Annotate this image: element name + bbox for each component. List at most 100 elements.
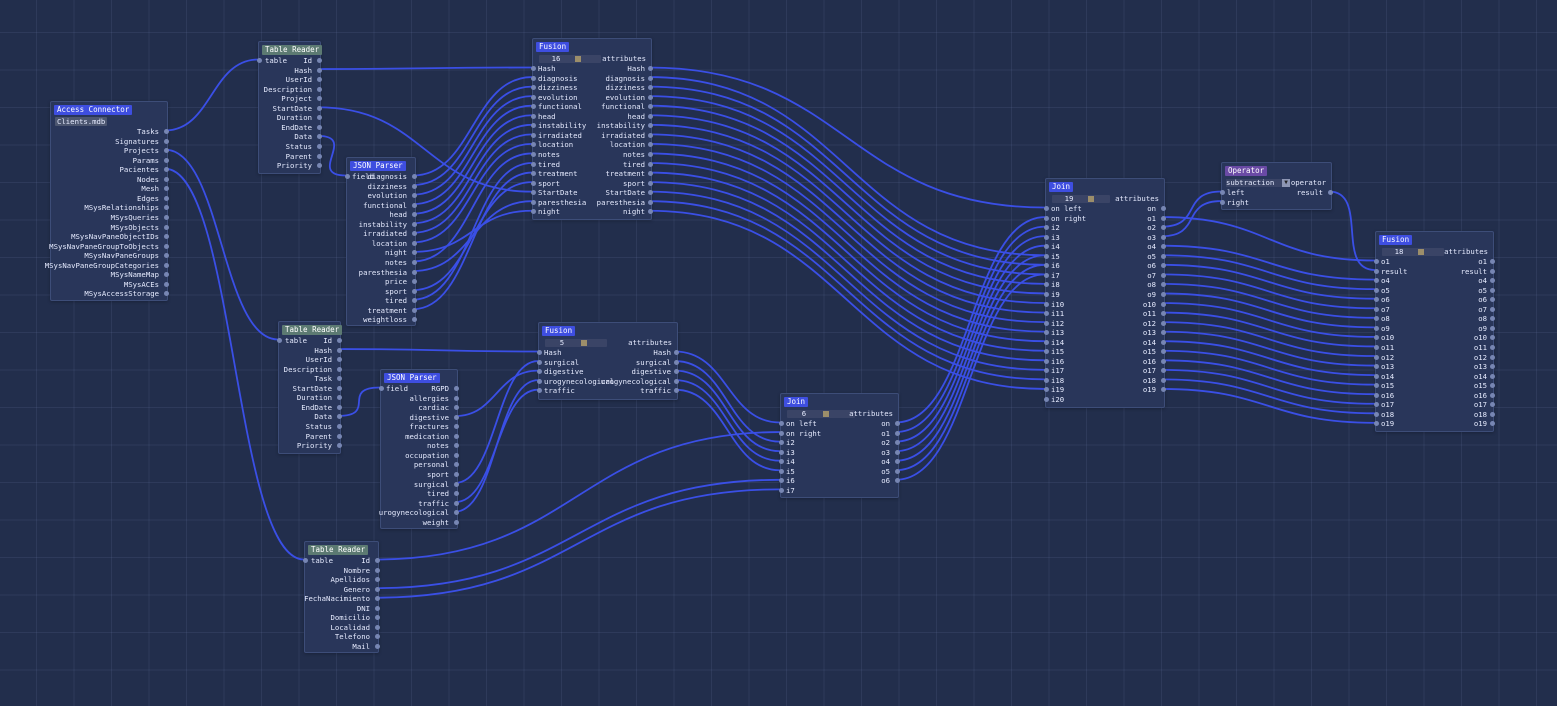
port-tr2.in[interactable]: [276, 338, 282, 343]
port-fusion1.i12[interactable]: [530, 180, 536, 186]
node-tr3[interactable]: Table Reader table Id Nombre Apellidos Genero…: [302, 541, 380, 653]
node-join2[interactable]: Join 6 attributes on left on right i2 i3 i4 i5 i6…: [778, 393, 900, 498]
port-fusion1.o15[interactable]: [647, 209, 653, 215]
port-join2.o2[interactable]: [894, 440, 900, 446]
port-fusion3.i3[interactable]: [1373, 287, 1379, 293]
port-jp2.o10[interactable]: [453, 481, 459, 487]
port-tr2.o4[interactable]: [336, 376, 342, 382]
node-join1[interactable]: Join 19 attributes on left on right i2 i3 i4 i5 i…: [1043, 178, 1166, 408]
port-jp1.o13[interactable]: [411, 298, 417, 304]
port-fusion3.o8[interactable]: [1489, 335, 1495, 341]
port-join2.o4[interactable]: [894, 459, 900, 465]
node-title[interactable]: Fusion: [536, 42, 570, 52]
port-tr1.o1[interactable]: [316, 67, 322, 73]
port-fusion1.o1[interactable]: [647, 75, 653, 81]
port-jp2.o7[interactable]: [453, 452, 459, 458]
port-access.o17[interactable]: [163, 291, 169, 297]
port-join1.i19[interactable]: [1043, 387, 1049, 393]
port-jp2.in[interactable]: [378, 386, 384, 391]
spinner-handle-icon[interactable]: [1418, 249, 1424, 255]
port-fusion3.o15[interactable]: [1489, 402, 1495, 408]
port-fusion3.i6[interactable]: [1373, 316, 1379, 322]
port-fusion1.i15[interactable]: [530, 209, 536, 215]
port-jp1.o11[interactable]: [411, 279, 417, 285]
spinner-handle-icon[interactable]: [823, 411, 829, 417]
port-tr1.o7[interactable]: [316, 124, 322, 130]
port-fusion1.i8[interactable]: [530, 142, 536, 148]
port-join1.o19[interactable]: [1160, 387, 1166, 393]
port-fusion3.i10[interactable]: [1373, 354, 1379, 360]
port-fusion2.o4[interactable]: [673, 388, 679, 394]
port-fusion3.i14[interactable]: [1373, 392, 1379, 398]
port-fusion3.o7[interactable]: [1489, 325, 1495, 331]
port-fusion3.i2[interactable]: [1373, 278, 1379, 284]
port-jp1.o12[interactable]: [411, 288, 417, 294]
port-join1.i14[interactable]: [1043, 339, 1049, 345]
port-fusion1.o3[interactable]: [647, 94, 653, 100]
port-fusion1.i5[interactable]: [530, 113, 536, 119]
node-title[interactable]: Table Reader: [308, 545, 369, 555]
port-fusion3.o12[interactable]: [1489, 373, 1495, 379]
port-jp2.o11[interactable]: [453, 491, 459, 497]
port-access.o11[interactable]: [163, 234, 169, 240]
port-join2.o6[interactable]: [894, 478, 900, 484]
port-fusion1.i1[interactable]: [530, 75, 536, 81]
port-join1.o3[interactable]: [1160, 234, 1166, 240]
port-jp2.o6[interactable]: [453, 443, 459, 449]
port-fusion1.o6[interactable]: [647, 123, 653, 129]
port-join2.i7[interactable]: [778, 487, 784, 493]
port-fusion2.i4[interactable]: [536, 388, 542, 394]
port-join2.i6[interactable]: [778, 478, 784, 484]
port-fusion2.i2[interactable]: [536, 369, 542, 375]
port-join1.o10[interactable]: [1160, 301, 1166, 307]
port-jp1.o0[interactable]: [411, 174, 417, 179]
spinner-handle-icon[interactable]: [575, 56, 581, 62]
port-join1.i16[interactable]: [1043, 358, 1049, 364]
port-join2.i3[interactable]: [778, 449, 784, 455]
port-join2.i2[interactable]: [778, 440, 784, 446]
port-tr2.o9[interactable]: [336, 423, 342, 429]
node-fusion3[interactable]: Fusion 18 attributes o1 o1 result result o4 o4 o5…: [1373, 231, 1495, 432]
port-join1.o13[interactable]: [1160, 330, 1166, 336]
attribute-count-spinner[interactable]: 16: [539, 55, 601, 63]
port-fusion3.o5[interactable]: [1489, 306, 1495, 312]
port-fusion2.i0[interactable]: [536, 350, 542, 355]
port-access.o12[interactable]: [163, 243, 169, 249]
node-tr2[interactable]: Table Reader table Id Hash UserId Description…: [276, 321, 343, 454]
node-title[interactable]: Fusion: [1379, 235, 1413, 245]
port-fusion3.i8[interactable]: [1373, 335, 1379, 341]
port-jp2.o12[interactable]: [453, 500, 459, 506]
port-fusion3.o6[interactable]: [1489, 316, 1495, 322]
attribute-count-value[interactable]: 18: [1382, 248, 1416, 256]
port-access.o10[interactable]: [163, 224, 169, 230]
port-fusion3.o13[interactable]: [1489, 383, 1495, 389]
node-title[interactable]: JSON Parser: [384, 373, 440, 383]
port-jp1.o6[interactable]: [411, 231, 417, 237]
node-fusion1[interactable]: Fusion 16 attributes Hash Hash diagnosis diagn…: [530, 38, 653, 220]
port-jp2.o1[interactable]: [453, 395, 459, 401]
port-tr2.o10[interactable]: [336, 433, 342, 439]
port-fusion1.o0[interactable]: [647, 66, 653, 71]
port-access.o7[interactable]: [163, 195, 169, 201]
port-join1.o0[interactable]: [1160, 206, 1166, 211]
port-tr3.o6[interactable]: [374, 615, 380, 621]
port-fusion1.i13[interactable]: [530, 190, 536, 196]
port-join2.o3[interactable]: [894, 449, 900, 455]
port-fusion1.i14[interactable]: [530, 199, 536, 205]
port-tr3.o5[interactable]: [374, 605, 380, 611]
port-jp1.in[interactable]: [344, 174, 350, 179]
port-jp1.o1[interactable]: [411, 183, 417, 189]
port-fusion3.o1[interactable]: [1489, 268, 1495, 274]
dropdown-arrow-icon[interactable]: ▼: [1282, 179, 1290, 187]
port-fusion3.i16[interactable]: [1373, 411, 1379, 417]
port-access.o15[interactable]: [163, 272, 169, 278]
port-fusion1.o7[interactable]: [647, 132, 653, 138]
port-fusion1.o9[interactable]: [647, 151, 653, 157]
port-jp2.o3[interactable]: [453, 414, 459, 420]
port-join1.o7[interactable]: [1160, 272, 1166, 278]
port-tr3.o0[interactable]: [374, 558, 380, 563]
attribute-count-value[interactable]: 16: [539, 55, 573, 63]
port-tr1.in[interactable]: [256, 58, 262, 63]
port-operator.i1[interactable]: [1219, 199, 1225, 205]
port-fusion3.i4[interactable]: [1373, 297, 1379, 303]
